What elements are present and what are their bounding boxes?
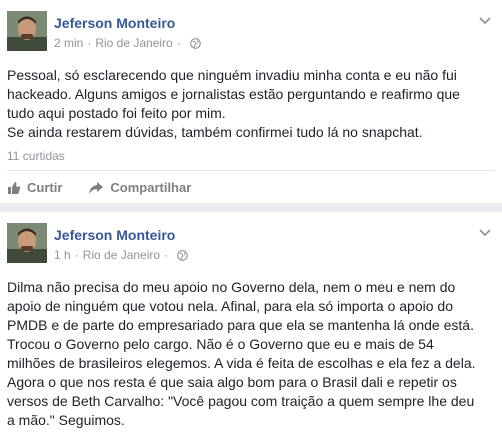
avatar[interactable] [7, 11, 47, 51]
post-text: Dilma não precisa do meu apoio no Govern… [7, 278, 497, 430]
avatar[interactable] [7, 223, 47, 263]
share-label: Compartilhar [110, 180, 192, 195]
post-text-line: hackeado. Alguns amigos e jornalistas es… [7, 86, 460, 102]
post-actions: Curtir Compartilhar [7, 180, 217, 195]
globe-icon[interactable] [189, 37, 201, 49]
author-name[interactable]: Jeferson Monteiro [54, 15, 175, 31]
meta-separator: · [164, 248, 169, 262]
chevron-down-icon[interactable] [478, 228, 492, 238]
thumbs-up-icon [8, 181, 21, 194]
divider [7, 170, 495, 171]
post-text-line: apoio de ninguém que votou nela. Afinal,… [7, 298, 453, 314]
share-button[interactable]: Compartilhar [88, 180, 191, 195]
like-button[interactable]: Curtir [7, 180, 62, 195]
post-card: Jeferson Monteiro 2 min · Rio de Janeiro… [0, 0, 502, 203]
like-label: Curtir [27, 180, 63, 195]
post-text: Pessoal, só esclarecendo que ninguém inv… [7, 66, 497, 142]
post-location[interactable]: Rio de Janeiro [95, 36, 172, 50]
globe-icon[interactable] [177, 249, 188, 261]
meta-separator: · [87, 36, 92, 50]
post-text-line: versos de Beth Carvalho: "Você pagou com… [7, 393, 475, 409]
post-text-line: milhões de brasileiros elegemos. A vida … [7, 355, 476, 371]
post-time[interactable]: 1 h [54, 248, 71, 262]
post-text-line: Trocou o Governo pelo cargo. Não é o Gov… [7, 336, 434, 352]
meta-separator: · [176, 36, 181, 50]
post-text-line: Pessoal, só esclarecendo que ninguém inv… [7, 67, 457, 83]
post-text-line: a mão." Seguimos. [7, 412, 125, 428]
post-location[interactable]: Rio de Janeiro [83, 248, 160, 262]
meta-separator: · [74, 248, 79, 262]
post-card: Jeferson Monteiro 1 h · Rio de Janeiro ·… [0, 212, 502, 438]
post-text-line: Se ainda restarem dúvidas, também confir… [7, 124, 423, 140]
author-name[interactable]: Jeferson Monteiro [54, 227, 175, 243]
post-meta: 2 min · Rio de Janeiro · [54, 36, 201, 50]
post-time[interactable]: 2 min [54, 36, 83, 50]
post-text-line: PMDB e de parte do empresariado para que… [7, 317, 474, 333]
share-arrow-icon [89, 181, 104, 194]
chevron-down-icon[interactable] [478, 16, 492, 26]
post-text-line: Agora o que nos resta é que saia algo bo… [7, 374, 457, 390]
likes-count[interactable]: 11 curtidas [7, 149, 65, 163]
post-text-line: tudo aqui postado foi feito por mim. [7, 105, 226, 121]
post-text-line: Dilma não precisa do meu apoio no Govern… [7, 279, 456, 295]
post-meta: 1 h · Rio de Janeiro · [54, 248, 188, 262]
